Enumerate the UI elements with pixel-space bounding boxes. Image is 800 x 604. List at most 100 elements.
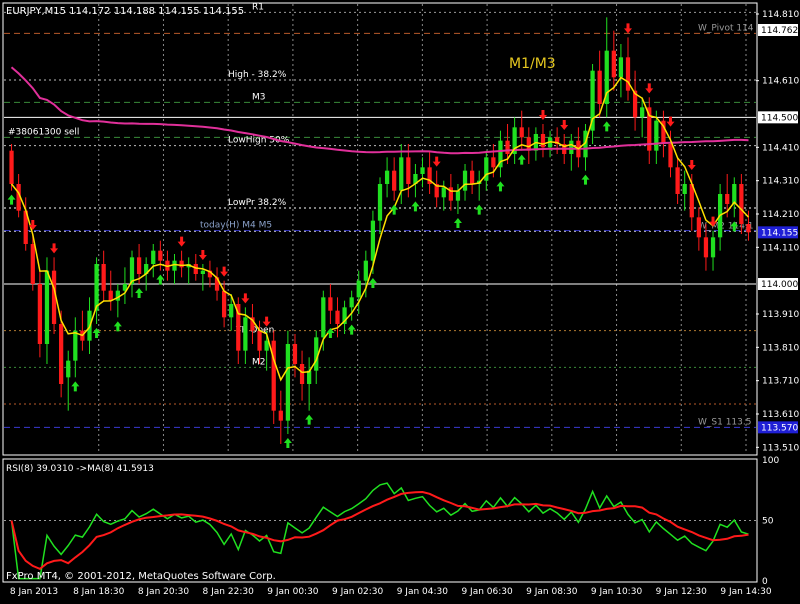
rsi-tick-label: 50 bbox=[762, 517, 774, 527]
candle-body bbox=[44, 270, 50, 344]
candle-body bbox=[399, 157, 404, 191]
candle-body bbox=[278, 410, 283, 421]
candle-body bbox=[710, 237, 716, 258]
x-tick-label: 9 Jan 02:30 bbox=[332, 587, 384, 597]
y-tick-label: 114.410 bbox=[762, 143, 799, 153]
candle-body bbox=[328, 297, 333, 311]
level-label: #38061300 sell bbox=[8, 127, 79, 137]
chart-canvas[interactable]: R1 W_Pivot 114 High - 38.2% M3 #38061300 sel… bbox=[0, 0, 800, 600]
candle-body bbox=[243, 317, 248, 351]
x-tick-label: 9 Jan 04:30 bbox=[397, 587, 449, 597]
candle-body bbox=[30, 244, 35, 284]
candle-body bbox=[108, 290, 113, 301]
candle-body bbox=[370, 220, 376, 261]
candle-body bbox=[221, 290, 227, 318]
level-label: W_S1 113.5 bbox=[698, 417, 751, 427]
candle-body bbox=[136, 257, 142, 274]
candle-body bbox=[406, 157, 411, 184]
candle-body bbox=[597, 70, 602, 104]
candle-body bbox=[384, 170, 390, 184]
x-tick-label: 8 Jan 2013 bbox=[10, 587, 58, 597]
x-tick-label: 9 Jan 06:30 bbox=[461, 587, 513, 597]
candle-body bbox=[491, 157, 496, 168]
level-label: LowPr 38.2% bbox=[228, 198, 287, 208]
trading-chart[interactable]: R1 W_Pivot 114 High - 38.2% M3 #38061300 sel… bbox=[0, 0, 800, 600]
candle-body bbox=[101, 264, 106, 291]
x-tick-label: 9 Jan 14:30 bbox=[720, 587, 772, 597]
candle-body bbox=[668, 144, 673, 168]
level-label: today(H) M4 M5 bbox=[200, 221, 272, 231]
rsi-tick-label: 0 bbox=[762, 577, 768, 587]
level-label: TK Open bbox=[235, 326, 274, 336]
candle-body bbox=[321, 297, 326, 338]
candle-body bbox=[618, 57, 624, 78]
footer-copyright: FxPro MT4, © 2001-2012, MetaQuotes Softw… bbox=[6, 571, 276, 582]
candle-body bbox=[420, 167, 425, 174]
x-tick-label: 9 Jan 00:30 bbox=[267, 587, 319, 597]
candle-body bbox=[732, 184, 737, 204]
candle-body bbox=[540, 134, 546, 148]
y-tick-label: 113.610 bbox=[762, 410, 799, 420]
price-box: 114.000 bbox=[758, 278, 798, 290]
y-tick-label: 113.510 bbox=[762, 443, 799, 453]
candle-body bbox=[611, 50, 616, 78]
price-box: 114.155 bbox=[758, 226, 798, 239]
candle-body bbox=[37, 284, 43, 344]
x-tick-label: 8 Jan 22:30 bbox=[203, 587, 255, 597]
y-tick-label: 114.210 bbox=[762, 210, 799, 220]
candle-body bbox=[640, 107, 645, 118]
candle-body bbox=[292, 344, 298, 364]
candle-body bbox=[229, 304, 234, 318]
candle-body bbox=[59, 324, 64, 384]
level-label: R1 bbox=[252, 2, 264, 12]
level-label: High - 38.2% bbox=[228, 70, 287, 80]
candle-body bbox=[200, 270, 205, 274]
x-tick-label: 9 Jan 08:30 bbox=[526, 587, 578, 597]
x-tick-label: 9 Jan 12:30 bbox=[656, 587, 708, 597]
candle-body bbox=[356, 280, 361, 298]
rsi-tick-label: 100 bbox=[762, 456, 779, 466]
candle-body bbox=[335, 310, 340, 324]
level-label: M2 bbox=[252, 357, 266, 367]
candle-body bbox=[193, 264, 198, 274]
annotation-m1-m3: M1/M3 bbox=[509, 56, 556, 72]
x-tick-label: 8 Jan 18:30 bbox=[73, 587, 125, 597]
y-tick-label: 114.610 bbox=[762, 77, 799, 87]
candle-body bbox=[455, 190, 461, 201]
candle-body bbox=[151, 250, 156, 264]
candle-body bbox=[158, 250, 163, 261]
candle-body bbox=[696, 217, 701, 238]
candle-body bbox=[299, 364, 305, 384]
candle-body bbox=[519, 127, 524, 138]
level-label: W_Pivot 114 bbox=[698, 23, 754, 33]
y-tick-label: 114.810 bbox=[762, 10, 799, 20]
y-tick-label: 114.310 bbox=[762, 177, 799, 187]
symbol-header: EURJPY,M15 114.172 114.188 114.155 114.1… bbox=[6, 6, 244, 17]
price-box-label: 114.762 bbox=[761, 26, 798, 36]
candle-body bbox=[377, 184, 383, 221]
candle-body bbox=[271, 340, 276, 411]
candle-body bbox=[682, 184, 687, 194]
price-box-label: 114.000 bbox=[761, 280, 798, 290]
candle-body bbox=[746, 224, 751, 233]
y-tick-label: 114.110 bbox=[762, 243, 799, 253]
x-tick-label: 9 Jan 10:30 bbox=[591, 587, 643, 597]
candle-body bbox=[73, 330, 78, 361]
chart-background bbox=[0, 0, 800, 600]
candle-body bbox=[66, 360, 71, 378]
candle-body bbox=[703, 237, 709, 258]
candle-body bbox=[349, 297, 354, 308]
price-box-label: 113.570 bbox=[761, 423, 798, 433]
x-tick-label: 8 Jan 20:30 bbox=[138, 587, 190, 597]
candle-body bbox=[264, 340, 269, 351]
candle-body bbox=[739, 184, 744, 224]
candle-body bbox=[654, 120, 659, 151]
level-label: M3 bbox=[252, 92, 266, 102]
y-tick-label: 113.710 bbox=[762, 377, 799, 387]
candle-body bbox=[94, 264, 99, 311]
price-box: 114.762 bbox=[758, 24, 798, 36]
candle-body bbox=[363, 260, 368, 281]
candle-body bbox=[462, 170, 468, 191]
candle-body bbox=[469, 170, 475, 184]
candle-body bbox=[725, 194, 730, 204]
